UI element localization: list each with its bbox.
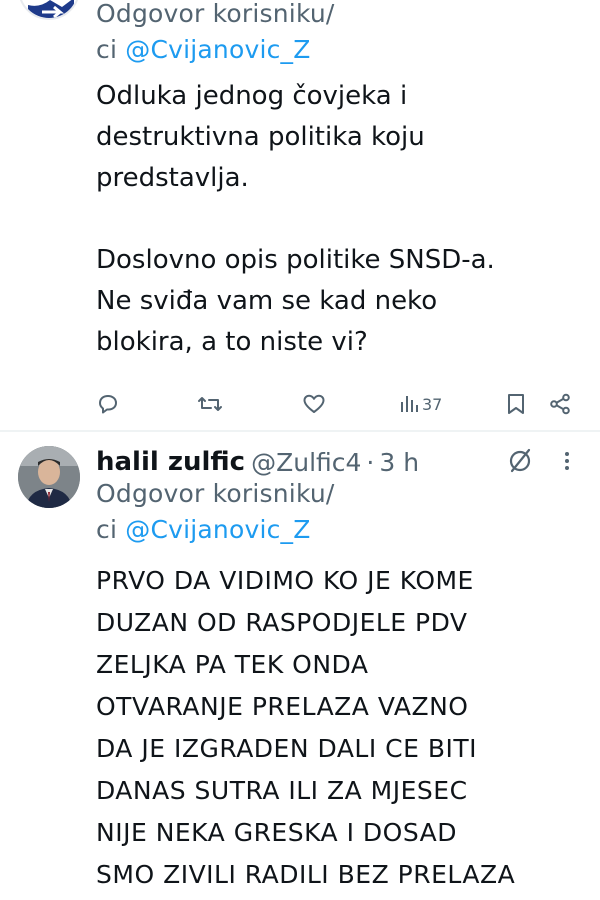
retweet-button[interactable] xyxy=(197,390,223,418)
bookmark-button[interactable] xyxy=(505,390,527,418)
avatar-image xyxy=(23,0,78,18)
tweet-actions: 37 xyxy=(96,390,576,418)
tweet-text-line: NIJE NEKA GRESKA I DOSAD xyxy=(96,818,458,847)
reply-context-label: Odgovor korisniku/ xyxy=(96,479,335,508)
avatar-image xyxy=(18,446,80,508)
reply-button[interactable] xyxy=(96,390,120,418)
tweet-text-line: destruktivna politika koju xyxy=(96,122,425,152)
reply-context: Odgovor korisniku/ ci @Cvijanovic_Z xyxy=(96,0,576,68)
reply-mention-link[interactable]: @Cvijanovic_Z xyxy=(125,35,310,64)
grok-button[interactable] xyxy=(505,446,535,476)
share-icon xyxy=(550,393,570,415)
views-count: 37 xyxy=(422,394,443,414)
tweet-text-line: OTVARANJE PRELAZA VAZNO xyxy=(96,692,469,721)
bookmark-icon xyxy=(508,394,524,414)
tweet-content: Odgovor korisniku/ ci @Cvijanovic_Z Odlu… xyxy=(96,0,576,363)
tweet-text: Odluka jednog čovjeka i destruktivna pol… xyxy=(96,76,576,363)
author-name[interactable]: halil zulfic xyxy=(96,447,245,477)
reply-context-label-cont: ci xyxy=(96,35,126,64)
tweet-time[interactable]: 3 h xyxy=(379,448,419,477)
tweet-text-line: PRVO DA VIDIMO KO JE KOME xyxy=(96,566,474,595)
tweet-1[interactable]: Odgovor korisniku/ ci @Cvijanovic_Z Odlu… xyxy=(0,0,600,430)
tweet-text-line: DA JE IZGRADEN DALI CE BITI xyxy=(96,734,478,763)
tweet-text-line: DUZAN OD RASPODJELE PDV xyxy=(96,608,468,637)
reply-icon xyxy=(99,395,117,414)
header-separator: · xyxy=(366,447,375,477)
reply-context-label-cont: ci xyxy=(96,515,126,544)
tweet-text: PRVO DA VIDIMO KO JE KOME DUZAN OD RASPO… xyxy=(96,560,576,896)
tweet-text-line: predstavlja. xyxy=(96,163,249,193)
tweet-text-line: SMO ZIVILI RADILI BEZ PRELAZA xyxy=(96,860,516,889)
tweet-text-line xyxy=(96,199,576,240)
like-button[interactable] xyxy=(302,390,326,418)
tweet-content: Odgovor korisniku/ ci @Cvijanovic_Z PRVO… xyxy=(96,476,576,896)
views-icon xyxy=(401,396,418,412)
author-avatar[interactable] xyxy=(18,446,80,508)
author-avatar[interactable] xyxy=(18,0,80,20)
tweet-2[interactable]: halil zulfic @Zulfic4 · 3 h Odgovor kori… xyxy=(0,432,600,900)
more-icon xyxy=(565,452,569,470)
tweet-text-line: blokira, a to niste vi? xyxy=(96,327,368,357)
more-options-button[interactable] xyxy=(555,446,579,476)
reply-context: Odgovor korisniku/ ci @Cvijanovic_Z xyxy=(96,476,576,548)
author-handle[interactable]: @Zulfic4 xyxy=(251,448,361,477)
like-icon xyxy=(303,394,325,413)
tweet-text-line: ZELJKA PA TEK ONDA xyxy=(96,650,369,679)
tweet-text-line: Ne sviđa vam se kad neko xyxy=(96,286,438,316)
reply-mention-link[interactable]: @Cvijanovic_Z xyxy=(125,515,310,544)
share-button[interactable] xyxy=(548,390,572,418)
tweet-text-line: DANAS SUTRA ILI ZA MJESEC xyxy=(96,776,468,805)
reply-context-label: Odgovor korisniku/ xyxy=(96,0,335,28)
grok-icon xyxy=(509,448,531,473)
tweet-text-line: Odluka jednog čovjeka i xyxy=(96,81,408,111)
retweet-icon xyxy=(198,397,222,411)
tweet-text-line: Doslovno opis politike SNSD-a. xyxy=(96,245,495,275)
views-button[interactable]: 37 xyxy=(399,390,442,418)
